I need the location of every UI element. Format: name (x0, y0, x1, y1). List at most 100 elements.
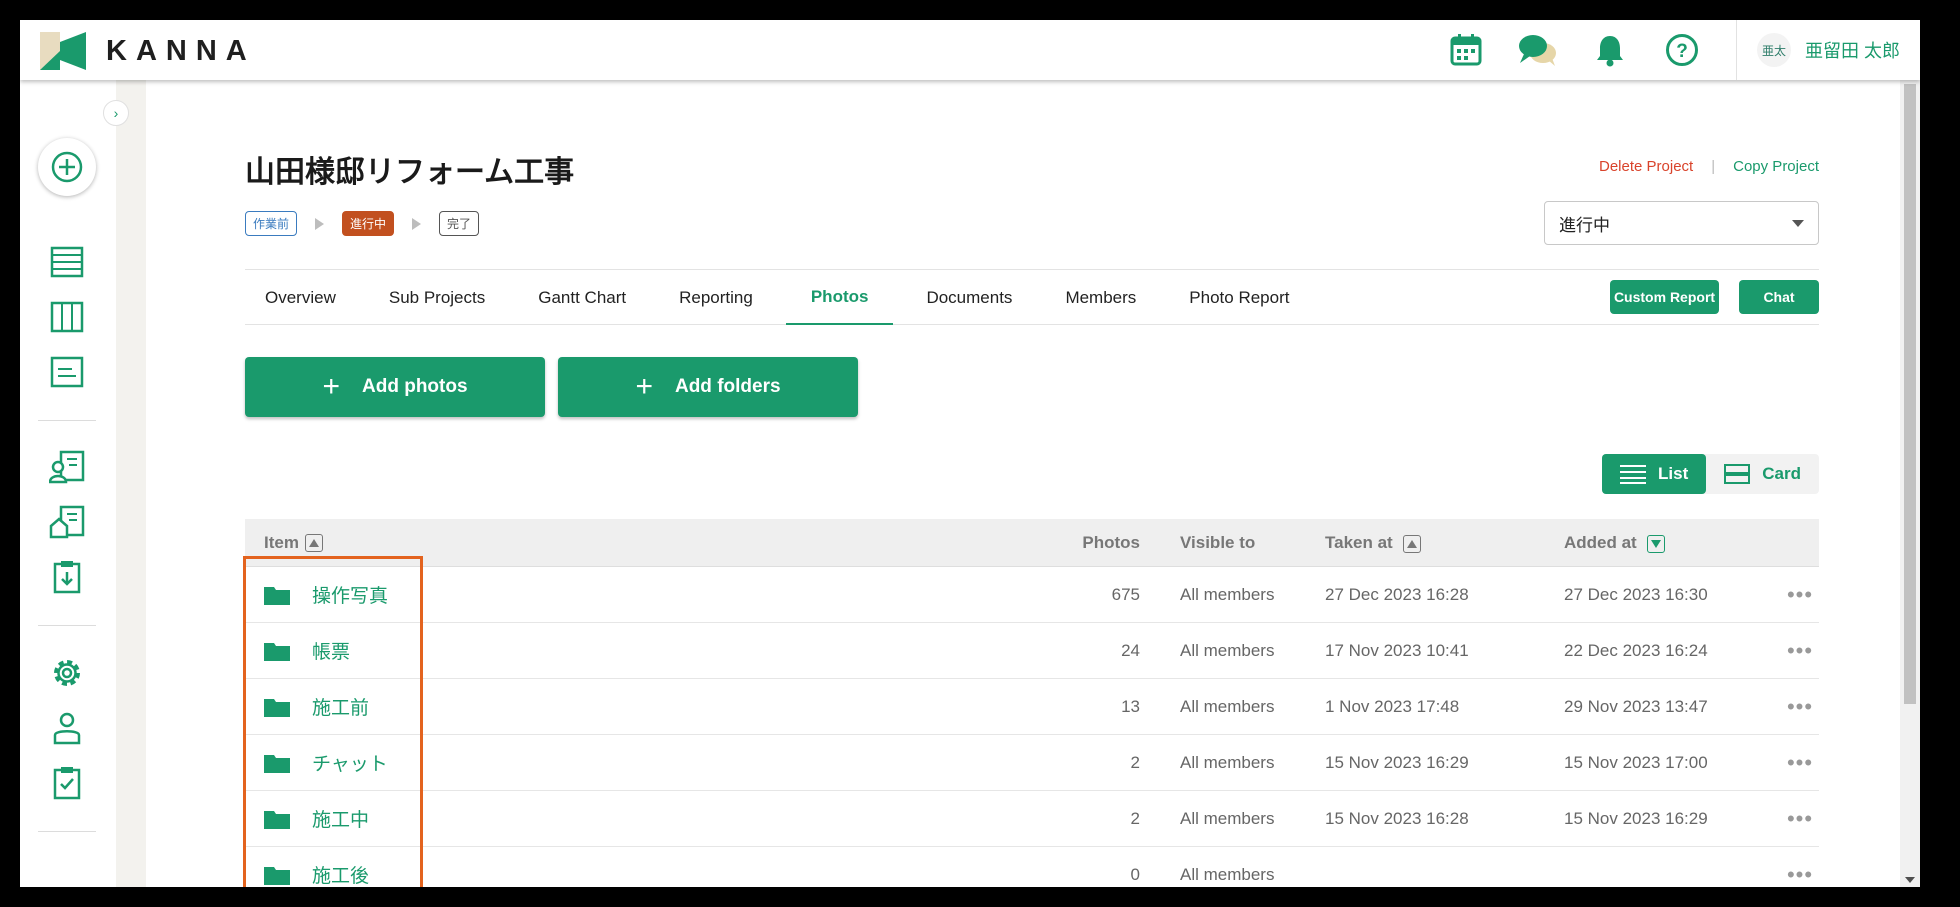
table-row[interactable]: 施工後 0 All members ••• (245, 847, 1819, 887)
logo[interactable]: KANNA (40, 32, 256, 70)
status-step-complete[interactable]: 完了 (439, 211, 480, 236)
delete-project-link[interactable]: Delete Project (1599, 158, 1693, 175)
table-row[interactable]: 施工中 2 All members 15 Nov 2023 16:28 15 N… (245, 791, 1819, 847)
sort-up-icon[interactable] (1403, 534, 1422, 553)
divider (38, 420, 96, 421)
property-icon (49, 505, 85, 539)
status-step-in-progress[interactable]: 進行中 (342, 211, 395, 236)
taken-at: 27 Dec 2023 16:28 (1325, 584, 1469, 604)
notifications-button[interactable] (1574, 20, 1646, 80)
rail-item-board[interactable] (48, 298, 86, 336)
scrollbar-thumb[interactable] (1904, 84, 1916, 704)
expand-sidebar-button[interactable]: › (103, 100, 129, 126)
rail-item-clients[interactable] (48, 448, 86, 486)
photo-count: 675 (1111, 584, 1140, 604)
folder-cell[interactable]: 施工後 (245, 861, 1065, 887)
status-step-before[interactable]: 作業前 (245, 211, 298, 236)
folder-icon (264, 866, 290, 885)
add-photos-label: Add photos (362, 376, 468, 397)
tab-reporting[interactable]: Reporting (659, 270, 773, 325)
add-folders-button[interactable]: + Add folders (558, 357, 858, 417)
divider (38, 625, 96, 626)
more-options-icon[interactable]: ••• (1781, 750, 1819, 776)
step-arrow-icon (412, 217, 422, 230)
rail-item-checklists[interactable] (48, 764, 86, 802)
table-header: Item Photos Visible to Taken at Added at (245, 519, 1819, 567)
tab-photos[interactable]: Photos (785, 270, 894, 325)
taken-at: 15 Nov 2023 16:28 (1325, 808, 1469, 828)
table-row[interactable]: 施工前 13 All members 1 Nov 2023 17:48 29 N… (245, 679, 1819, 735)
taken-at: 1 Nov 2023 17:48 (1325, 696, 1460, 716)
tab-photo-report[interactable]: Photo Report (1169, 270, 1309, 325)
table-row[interactable]: 操作写真 675 All members 27 Dec 2023 16:28 2… (245, 567, 1819, 623)
folder-cell[interactable]: チャット (245, 749, 1065, 776)
rail-item-document[interactable] (48, 353, 86, 391)
more-options-icon[interactable]: ••• (1781, 694, 1819, 720)
project-tabs: Overview Sub Projects Gantt Chart Report… (245, 269, 1819, 325)
rail-item-account[interactable] (48, 709, 86, 747)
added-at: 27 Dec 2023 16:30 (1564, 584, 1708, 604)
taken-at: 17 Nov 2023 10:41 (1325, 640, 1469, 660)
help-button[interactable]: ? (1646, 20, 1718, 80)
header-taken-at-label: Taken at (1325, 532, 1393, 552)
photo-count: 0 (1130, 864, 1140, 884)
header-added-at-label: Added at (1564, 532, 1637, 552)
folder-name[interactable]: 帳票 (312, 637, 350, 664)
status-select[interactable]: 進行中 (1544, 201, 1819, 245)
folder-cell[interactable]: 操作写真 (245, 581, 1065, 608)
user-name: 亜留田 太郎 (1804, 41, 1900, 61)
rail-item-settings[interactable] (48, 654, 86, 692)
more-options-icon[interactable]: ••• (1781, 862, 1819, 888)
visible-to: All members (1180, 752, 1275, 772)
tab-gantt-chart[interactable]: Gantt Chart (518, 270, 646, 325)
photo-count: 2 (1130, 808, 1140, 828)
chat-button[interactable] (1502, 20, 1574, 80)
folder-name[interactable]: チャット (312, 749, 388, 776)
header-item[interactable]: Item (245, 533, 1065, 553)
folder-cell[interactable]: 帳票 (245, 637, 1065, 664)
rail-item-downloads[interactable] (48, 558, 86, 596)
header-photos: Photos (1082, 532, 1140, 552)
more-options-icon[interactable]: ••• (1781, 806, 1819, 832)
user-menu[interactable]: 亜太 亜留田 太郎 (1737, 33, 1920, 67)
caret-down-icon (1792, 220, 1804, 227)
card-view-label: Card (1762, 464, 1801, 483)
card-view-button[interactable]: Card (1706, 454, 1819, 494)
tab-members[interactable]: Members (1045, 270, 1156, 325)
table-row[interactable]: 帳票 24 All members 17 Nov 2023 10:41 22 D… (245, 623, 1819, 679)
header-taken-at[interactable]: Taken at (1295, 533, 1531, 553)
calendar-button[interactable] (1430, 20, 1502, 80)
kanna-logo-icon (40, 32, 86, 70)
sort-down-icon[interactable] (1647, 534, 1666, 553)
folder-name[interactable]: 施工後 (312, 861, 369, 887)
rail-item-properties[interactable] (48, 503, 86, 541)
checklist-icon (53, 767, 81, 800)
copy-project-link[interactable]: Copy Project (1733, 158, 1819, 175)
tab-documents[interactable]: Documents (906, 270, 1032, 325)
document-icon (50, 356, 84, 388)
sort-up-icon[interactable] (304, 533, 323, 552)
folder-name[interactable]: 操作写真 (312, 581, 388, 608)
custom-report-button[interactable]: Custom Report (1610, 280, 1719, 314)
tab-sub-projects[interactable]: Sub Projects (369, 270, 505, 325)
scroll-down-arrow[interactable] (1905, 877, 1915, 883)
chat-button[interactable]: Chat (1739, 280, 1819, 314)
create-button[interactable] (38, 138, 96, 196)
header-added-at[interactable]: Added at (1531, 533, 1781, 553)
tab-overview[interactable]: Overview (245, 270, 356, 325)
list-view-button[interactable]: List (1602, 454, 1707, 494)
rail-item-list[interactable] (48, 243, 86, 281)
user-icon (53, 712, 81, 745)
vertical-scrollbar[interactable] (1900, 80, 1920, 887)
table-row[interactable]: チャット 2 All members 15 Nov 2023 16:29 15 … (245, 735, 1819, 791)
logo-text: KANNA (106, 34, 256, 67)
folder-cell[interactable]: 施工中 (245, 805, 1065, 832)
folder-cell[interactable]: 施工前 (245, 693, 1065, 720)
svg-text:?: ? (1676, 41, 1688, 62)
folder-name[interactable]: 施工前 (312, 693, 369, 720)
folder-icon (264, 642, 290, 661)
add-photos-button[interactable]: + Add photos (245, 357, 545, 417)
folder-name[interactable]: 施工中 (312, 805, 369, 832)
more-options-icon[interactable]: ••• (1781, 582, 1819, 608)
more-options-icon[interactable]: ••• (1781, 638, 1819, 664)
